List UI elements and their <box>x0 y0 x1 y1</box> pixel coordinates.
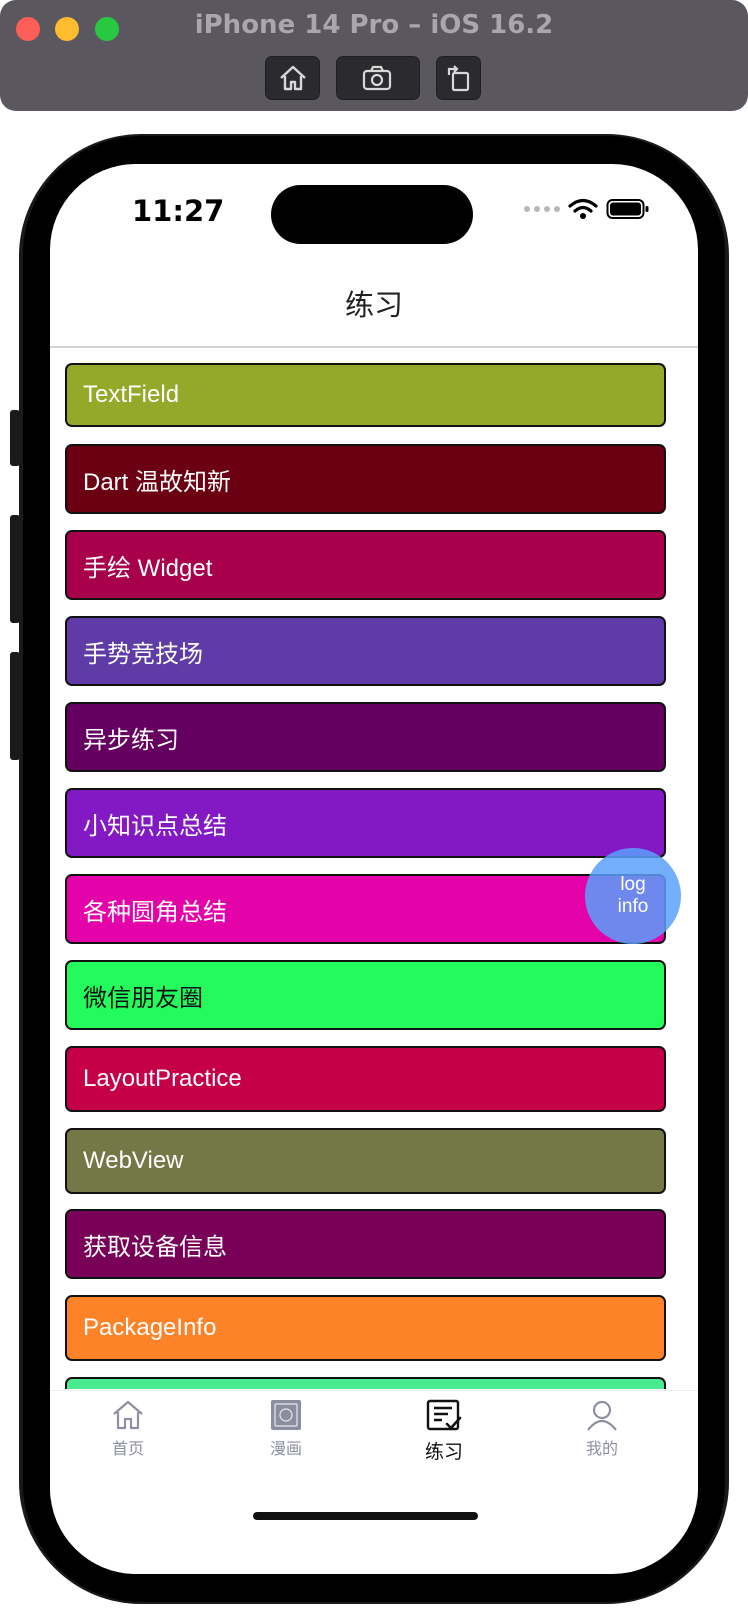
wifi-icon <box>568 198 598 219</box>
tab-label: 首页 <box>111 1441 144 1458</box>
volume-up-button <box>10 515 20 623</box>
list-item-custom-paint[interactable]: 手绘 Widget <box>65 530 666 600</box>
list-item-label: 小知识点总结 <box>83 812 227 840</box>
list-item-label: WebView <box>83 1147 184 1174</box>
page-title: 练习 <box>344 290 403 322</box>
log-info-line2: info <box>617 896 649 917</box>
list-item-label: TextField <box>83 381 180 408</box>
list-item-label: 各种圆角总结 <box>83 898 227 926</box>
tab-home[interactable]: 首页 <box>68 1399 188 1459</box>
tab-label: 我的 <box>585 1441 618 1458</box>
list-item-tips[interactable]: 小知识点总结 <box>65 788 666 858</box>
status-icons <box>524 198 650 220</box>
list-item-label: PackageInfo <box>83 1314 217 1341</box>
volume-down-button <box>10 652 20 760</box>
tab-comic[interactable]: 漫画 <box>226 1399 346 1459</box>
practice-list-icon <box>426 1399 462 1431</box>
home-indicator <box>253 1512 478 1520</box>
list-item-partial[interactable] <box>65 1377 666 1389</box>
list-item-layout-practice[interactable]: LayoutPractice <box>65 1046 666 1112</box>
rotate-button[interactable] <box>436 56 481 100</box>
log-info-button[interactable]: log info <box>585 848 681 944</box>
tab-label: 漫画 <box>269 1441 302 1458</box>
list-item-webview[interactable]: WebView <box>65 1128 666 1194</box>
list-item-label: 微信朋友圈 <box>83 984 203 1012</box>
list-item-moments[interactable]: 微信朋友圈 <box>65 960 666 1030</box>
list-item-label: 手绘 Widget <box>83 554 213 582</box>
home-icon <box>113 1400 143 1430</box>
profile-icon <box>587 1400 617 1431</box>
simulator-titlebar: iPhone 14 Pro – iOS 16.2 <box>0 0 748 111</box>
home-button[interactable] <box>265 56 320 100</box>
list-item-label: 异步练习 <box>83 726 179 754</box>
list-item-gesture-arena[interactable]: 手势竞技场 <box>65 616 666 686</box>
rotate-icon <box>447 65 469 92</box>
tab-profile[interactable]: 我的 <box>542 1399 662 1459</box>
log-info-line1: log <box>620 874 646 895</box>
home-icon <box>279 65 306 91</box>
comic-icon <box>271 1400 301 1430</box>
list-item-async[interactable]: 异步练习 <box>65 702 666 772</box>
list-item-label: 获取设备信息 <box>83 1233 227 1261</box>
tab-label: 练习 <box>424 1442 463 1463</box>
list-item-package-info[interactable]: PackageInfo <box>65 1295 666 1361</box>
camera-icon <box>362 65 392 91</box>
tab-bar: 首页 漫画 练习 我的 <box>50 1390 698 1500</box>
simulator-title: iPhone 14 Pro – iOS 16.2 <box>194 10 554 40</box>
tab-practice[interactable]: 练习 <box>384 1399 504 1464</box>
cellular-signal-icon <box>524 206 560 212</box>
screenshot-button[interactable] <box>336 56 420 100</box>
list-item-label: 手势竞技场 <box>83 640 203 668</box>
list-item-dart[interactable]: Dart 温故知新 <box>65 444 666 514</box>
list-item-textfield[interactable]: TextField <box>65 363 666 427</box>
battery-icon <box>606 199 649 219</box>
list-item-device-info[interactable]: 获取设备信息 <box>65 1209 666 1279</box>
list-item-radius[interactable]: 各种圆角总结 <box>65 874 666 944</box>
list-item-label: LayoutPractice <box>83 1065 242 1092</box>
status-time: 11:27 <box>132 194 225 228</box>
list-item-label: Dart 温故知新 <box>83 468 232 496</box>
mute-switch <box>10 410 20 466</box>
dynamic-island <box>271 185 473 244</box>
